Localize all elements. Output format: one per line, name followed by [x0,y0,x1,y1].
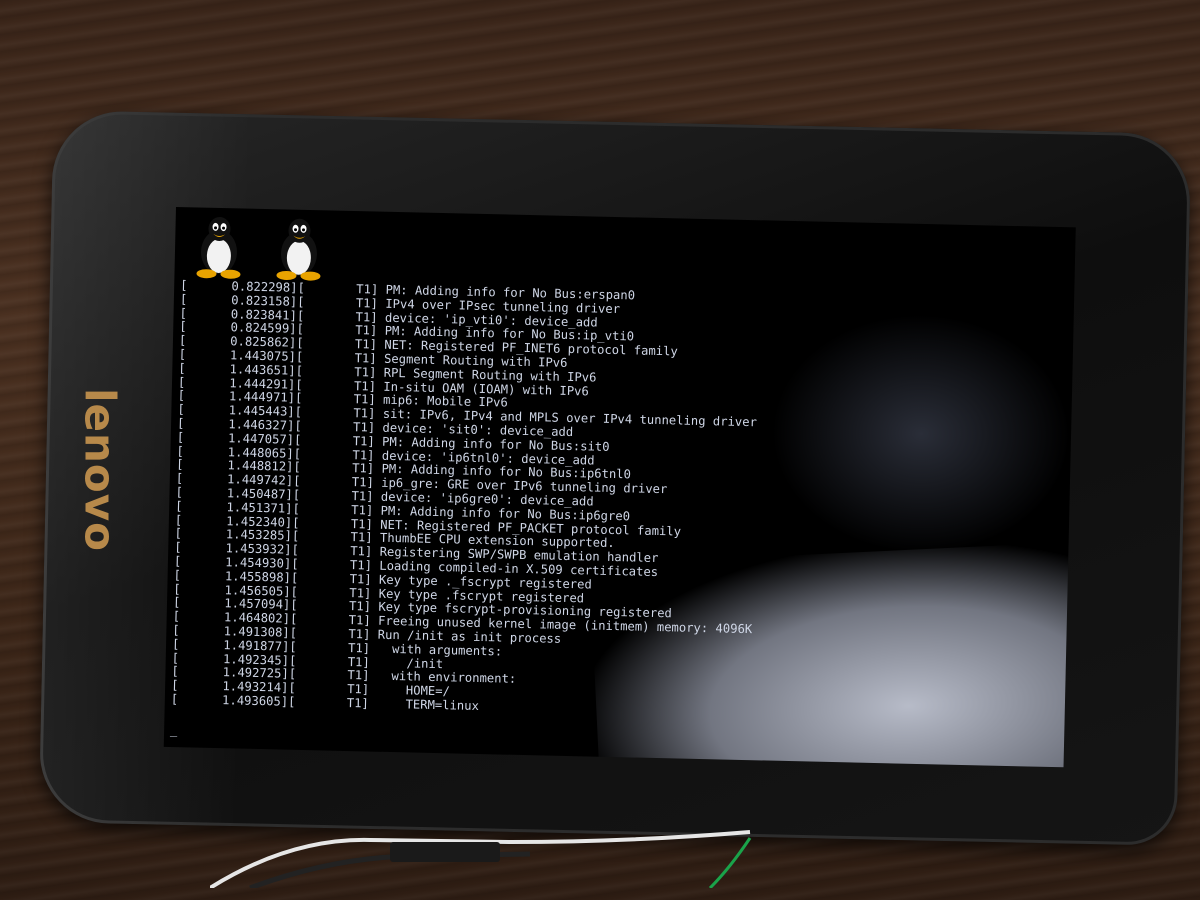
log-bracket: [ [290,584,299,599]
log-message: TERM=linux [376,696,480,713]
log-thread-tag: T1] [351,489,374,504]
log-thread-tag: T1] [352,447,375,463]
log-bracket: [ [288,666,297,682]
log-thread-tag: T1] [349,557,373,573]
log-thread-tag: T1] [348,599,372,614]
log-bracket: [ [293,460,301,475]
log-bracket: [ [294,404,303,420]
log-thread-tag: T1] [353,392,376,407]
log-thread-tag: T1] [349,585,372,601]
log-thread-tag: T1] [347,640,371,656]
log-bracket: [ [292,501,301,516]
log-bracket: [ [295,377,303,392]
log-thread-tag: T1] [346,695,370,711]
log-bracket: [ [288,680,296,695]
log-bracket: [ [292,487,301,502]
log-bracket: [ [289,639,297,654]
log-thread-tag: T1] [350,530,373,545]
log-thread-tag: T1] [349,571,372,587]
log-thread-tag: T1] [354,364,377,380]
log-bracket: [ [293,473,301,489]
log-thread-tag: T1] [347,654,370,670]
log-thread-tag: T1] [355,295,379,311]
log-thread-tag: T1] [347,682,370,697]
log-bracket: [ [294,418,302,433]
tablet-screen: [0.822298][ T1] PM: Adding info for No B… [163,207,1076,768]
log-bracket: [ [289,611,298,626]
usb-cable [210,830,752,888]
log-thread-tag: T1] [356,282,379,297]
log-timestamp: 1.493605] [221,693,289,709]
log-bracket: [ [293,432,302,447]
log-bracket: [ [296,335,304,351]
log-bracket: [ [291,556,299,571]
log-bracket: [ [292,515,300,530]
log-thread-tag: T1] [352,420,376,435]
log-bracket: [ [291,542,300,558]
log-thread-tag: T1] [355,323,378,338]
log-bracket: [ [290,598,298,613]
log-thread-tag: T1] [351,475,375,490]
log-thread-tag: T1] [354,351,377,366]
log-bracket: [ [296,322,305,337]
log-thread-tag: T1] [350,516,374,532]
log-thread-tag: T1] [353,406,376,421]
log-thread-tag: T1] [355,309,378,325]
log-bracket: [ [296,308,305,323]
log-thread-tag: T1] [352,433,375,449]
log-bracket: [ [297,280,306,295]
log-thread-tag: T1] [353,378,377,394]
kernel-boot-log: [0.822298][ T1] PM: Adding info for No B… [171,278,760,720]
log-bracket: [ [288,653,297,668]
tux-penguin-icon [196,216,241,279]
log-bracket: [ [297,294,305,309]
log-bracket: [ [287,694,296,709]
log-thread-tag: T1] [351,502,374,518]
log-thread-tag: T1] [350,544,373,559]
log-bracket: [ [295,349,304,364]
tux-penguin-icon [276,218,321,281]
log-bracket: [ [294,391,303,406]
log-thread-tag: T1] [348,613,371,628]
log-bracket: [ [293,446,302,461]
screen-reflection-dim [768,310,1074,558]
log-bracket: [ [289,625,298,640]
log-bracket: [ [295,363,304,378]
log-thread-tag: T1] [347,668,370,683]
log-thread-tag: T1] [348,626,371,642]
boot-logos [188,213,329,282]
log-thread-tag: T1] [352,461,375,476]
log-bracket: [ [291,529,300,544]
log-thread-tag: T1] [354,337,378,352]
console-cursor: _ [169,723,178,738]
log-bracket: [ [290,570,299,585]
lenovo-logo: lenovo [75,388,125,552]
